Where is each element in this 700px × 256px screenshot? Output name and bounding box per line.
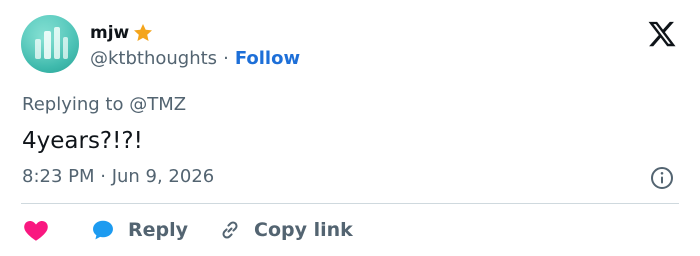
tweet-text: 4years?!?! — [22, 128, 143, 154]
separator-dot: · — [223, 48, 229, 69]
copy-link-label: Copy link — [254, 219, 353, 241]
reply-label: Reply — [128, 219, 189, 241]
avatar[interactable] — [21, 15, 79, 73]
divider — [21, 203, 679, 204]
author-name-row: mjw — [90, 22, 154, 44]
info-icon[interactable] — [650, 166, 674, 190]
copy-link-button[interactable]: Copy link — [218, 218, 353, 242]
star-icon — [132, 22, 154, 44]
author-handle[interactable]: @ktbthoughts — [90, 48, 217, 69]
follow-button[interactable]: Follow — [235, 48, 300, 69]
tweet-timestamp[interactable]: 8:23 PM · Jun 9, 2026 — [22, 165, 214, 189]
replying-prefix: Replying to — [22, 94, 124, 115]
heart-icon[interactable] — [22, 216, 50, 244]
embedded-tweet-card: mjw @ktbthoughts · Follow Replying to @TMZ… — [0, 0, 700, 256]
tweet-actions: Reply Copy link — [22, 215, 353, 245]
reply-button[interactable]: Reply — [90, 217, 188, 243]
replying-to-line: Replying to @TMZ — [22, 93, 186, 117]
reply-bubble-icon — [90, 217, 116, 243]
link-icon — [218, 218, 242, 242]
author-handle-row: @ktbthoughts · Follow — [90, 47, 300, 71]
x-logo-icon[interactable] — [647, 19, 677, 49]
author-name[interactable]: mjw — [90, 22, 129, 44]
replying-to-handle[interactable]: @TMZ — [129, 94, 186, 115]
